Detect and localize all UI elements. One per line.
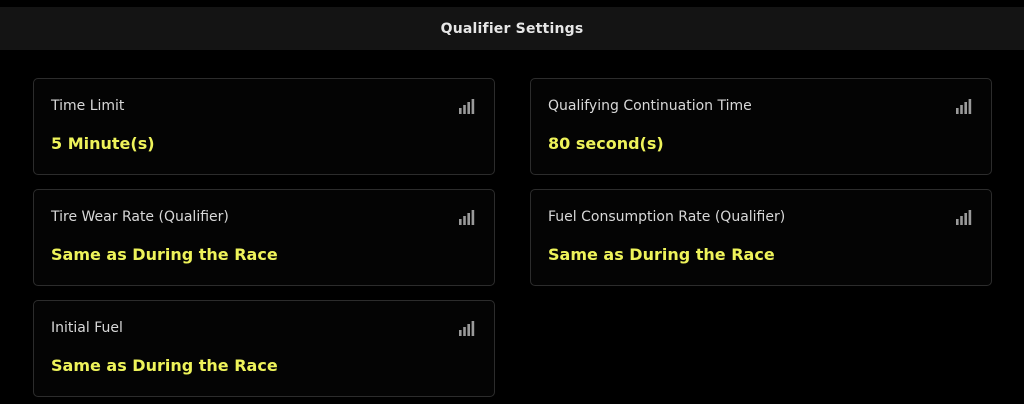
setting-value: 5 Minute(s) (51, 134, 155, 153)
setting-value: Same as During the Race (548, 245, 775, 264)
setting-label: Fuel Consumption Rate (Qualifier) (548, 209, 786, 225)
setting-card-qualifying-continuation-time[interactable]: Qualifying Continuation Time 80 second(s… (530, 78, 992, 175)
setting-value: Same as During the Race (51, 356, 278, 375)
signal-bars-icon (459, 210, 475, 225)
setting-card-fuel-consumption-rate[interactable]: Fuel Consumption Rate (Qualifier) Same a… (530, 189, 992, 286)
setting-label: Qualifying Continuation Time (548, 98, 752, 114)
header-bar: Qualifier Settings (0, 7, 1024, 50)
signal-bars-icon (956, 210, 972, 225)
signal-bars-icon (459, 99, 475, 114)
setting-card-initial-fuel[interactable]: Initial Fuel Same as During the Race (33, 300, 495, 397)
qualifier-settings-page: Qualifier Settings Time Limit 5 Minute(s… (0, 0, 1024, 404)
setting-card-time-limit[interactable]: Time Limit 5 Minute(s) (33, 78, 495, 175)
signal-bars-icon (459, 321, 475, 336)
setting-value: Same as During the Race (51, 245, 278, 264)
setting-value: 80 second(s) (548, 134, 664, 153)
signal-bars-icon (956, 99, 972, 114)
setting-label: Tire Wear Rate (Qualifier) (51, 209, 229, 225)
setting-label: Time Limit (51, 98, 125, 114)
setting-card-tire-wear-rate[interactable]: Tire Wear Rate (Qualifier) Same as Durin… (33, 189, 495, 286)
setting-label: Initial Fuel (51, 320, 123, 336)
page-title: Qualifier Settings (440, 20, 584, 37)
